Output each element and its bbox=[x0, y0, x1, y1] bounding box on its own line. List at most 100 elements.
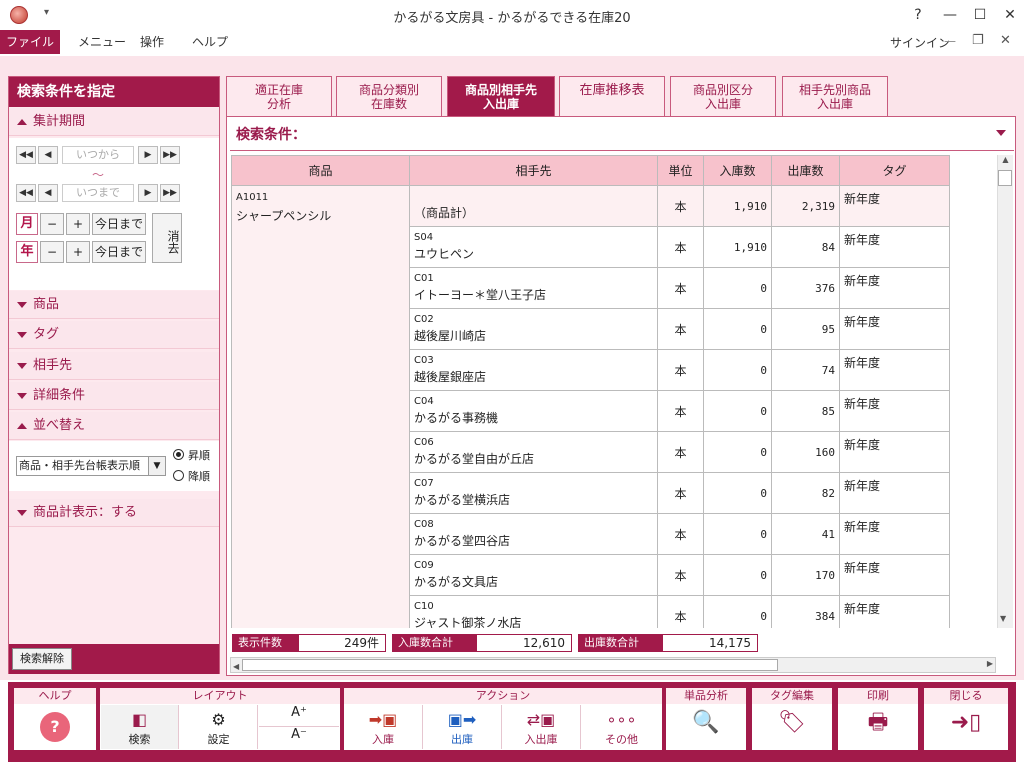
unit-cell[interactable]: 本 bbox=[657, 513, 704, 555]
in-qty-cell[interactable]: 0 bbox=[703, 513, 772, 555]
tab-proper-stock[interactable]: 適正在庫 分析 bbox=[226, 76, 332, 116]
period-clear-button[interactable]: 消去 bbox=[152, 213, 182, 263]
out-qty-cell[interactable]: 170 bbox=[771, 554, 840, 596]
tab-category-stock[interactable]: 商品分類別 在庫数 bbox=[336, 76, 442, 116]
unit-cell[interactable]: 本 bbox=[657, 554, 704, 596]
section-detail[interactable]: 詳細条件 bbox=[9, 382, 219, 410]
help-icon[interactable]: ? bbox=[904, 4, 932, 26]
in-qty-cell[interactable]: 0 bbox=[703, 390, 772, 432]
vertical-scrollbar[interactable]: ▲ bbox=[997, 155, 1013, 628]
search-layout-button[interactable]: ◧ 検索 bbox=[101, 705, 179, 749]
partner-cell[interactable]: C03 越後屋銀座店 bbox=[409, 349, 658, 391]
menu-operation[interactable]: 操作 bbox=[128, 30, 176, 54]
chevron-down-icon[interactable]: ▼ bbox=[148, 457, 165, 475]
tag-edit-button[interactable]: 🏷 bbox=[752, 705, 832, 749]
maximize-button[interactable]: ☐ bbox=[966, 4, 994, 26]
stock-inout-button[interactable]: ⇄▣ 入出庫 bbox=[502, 705, 581, 749]
section-product[interactable]: 商品 bbox=[9, 291, 219, 319]
in-qty-cell[interactable]: 0 bbox=[703, 349, 772, 391]
out-qty-cell[interactable]: 2,319 bbox=[771, 185, 840, 227]
in-qty-cell[interactable]: 0 bbox=[703, 595, 772, 628]
tag-cell[interactable]: 新年度 bbox=[839, 390, 950, 432]
settings-button[interactable]: ⚙ 設定 bbox=[180, 705, 258, 749]
from-prev-year-button[interactable]: ◀◀ bbox=[16, 146, 36, 164]
out-qty-cell[interactable]: 160 bbox=[771, 431, 840, 473]
unit-cell[interactable]: 本 bbox=[657, 308, 704, 350]
in-qty-cell[interactable]: 0 bbox=[703, 267, 772, 309]
font-smaller-button[interactable]: A⁻ bbox=[259, 727, 339, 749]
column-header[interactable]: 出庫数 bbox=[771, 155, 840, 186]
menu-file[interactable]: ファイル bbox=[0, 30, 60, 54]
unit-cell[interactable]: 本 bbox=[657, 185, 704, 227]
print-button[interactable]: 🖶 bbox=[838, 705, 918, 749]
year-today-button[interactable]: 今日まで bbox=[92, 241, 146, 263]
tag-cell[interactable]: 新年度 bbox=[839, 267, 950, 309]
section-partner[interactable]: 相手先 bbox=[9, 352, 219, 380]
from-next-year-button[interactable]: ▶▶ bbox=[160, 146, 180, 164]
out-qty-cell[interactable]: 95 bbox=[771, 308, 840, 350]
to-next-button[interactable]: ▶ bbox=[138, 184, 158, 202]
table-row[interactable]: A1011 シャープペンシル （商品計）本 1,910 2,319 新年度 bbox=[231, 185, 950, 628]
from-next-button[interactable]: ▶ bbox=[138, 146, 158, 164]
unit-cell[interactable]: 本 bbox=[657, 390, 704, 432]
stock-out-button[interactable]: ▣➡ 出庫 bbox=[423, 705, 502, 749]
partner-cell[interactable]: S04 ユウヒペン bbox=[409, 226, 658, 268]
document-close-button[interactable]: ✕ bbox=[1000, 33, 1011, 48]
out-qty-cell[interactable]: 41 bbox=[771, 513, 840, 555]
out-qty-cell[interactable]: 74 bbox=[771, 349, 840, 391]
in-qty-cell[interactable]: 1,910 bbox=[703, 185, 772, 227]
vertical-scroll-thumb[interactable] bbox=[998, 170, 1012, 186]
product-cell[interactable]: A1011 シャープペンシル bbox=[231, 185, 410, 628]
partner-cell[interactable]: C08 かるがる堂四谷店 bbox=[409, 513, 658, 555]
in-qty-cell[interactable]: 0 bbox=[703, 431, 772, 473]
column-header[interactable]: 単位 bbox=[657, 155, 704, 186]
from-prev-button[interactable]: ◀ bbox=[38, 146, 58, 164]
out-qty-cell[interactable]: 85 bbox=[771, 390, 840, 432]
section-period[interactable]: 集計期間 bbox=[9, 108, 219, 136]
tag-cell[interactable]: 新年度 bbox=[839, 595, 950, 628]
in-qty-cell[interactable]: 1,910 bbox=[703, 226, 772, 268]
tag-cell[interactable]: 新年度 bbox=[839, 349, 950, 391]
restore-button[interactable]: ❐ bbox=[972, 33, 984, 48]
tag-cell[interactable]: 新年度 bbox=[839, 472, 950, 514]
column-header[interactable]: 相手先 bbox=[409, 155, 658, 186]
chevron-down-icon[interactable] bbox=[996, 130, 1006, 136]
sort-asc-radio[interactable] bbox=[173, 449, 184, 460]
partner-cell[interactable]: C06 かるがる堂自由が丘店 bbox=[409, 431, 658, 473]
section-sort[interactable]: 並べ替え bbox=[9, 412, 219, 440]
unit-cell[interactable]: 本 bbox=[657, 431, 704, 473]
horizontal-scroll-thumb[interactable] bbox=[242, 659, 778, 671]
month-minus-button[interactable]: − bbox=[40, 213, 64, 235]
tag-cell[interactable]: 新年度 bbox=[839, 226, 950, 268]
minimize-button[interactable]: — bbox=[936, 4, 964, 26]
partner-cell[interactable]: C10 ジャスト御茶ノ水店 bbox=[409, 595, 658, 628]
partner-cell[interactable]: C02 越後屋川崎店 bbox=[409, 308, 658, 350]
partner-cell[interactable]: C01 イトーヨー＊堂八王子店 bbox=[409, 267, 658, 309]
font-larger-button[interactable]: A⁺ bbox=[259, 705, 339, 727]
product-analysis-button[interactable]: 🔍 bbox=[666, 705, 746, 749]
out-qty-cell[interactable]: 384 bbox=[771, 595, 840, 628]
scroll-down-icon[interactable]: ▼ bbox=[1000, 614, 1006, 623]
tab-stock-trend[interactable]: 在庫推移表 bbox=[559, 76, 665, 116]
close-app-button[interactable]: ➜▯ bbox=[924, 705, 1008, 749]
partner-cell[interactable]: （商品計） bbox=[409, 185, 658, 227]
close-button[interactable]: ✕ bbox=[996, 4, 1024, 26]
to-date-field[interactable]: いつまで bbox=[62, 184, 134, 202]
unit-cell[interactable]: 本 bbox=[657, 226, 704, 268]
to-next-year-button[interactable]: ▶▶ bbox=[160, 184, 180, 202]
to-prev-button[interactable]: ◀ bbox=[38, 184, 58, 202]
to-prev-year-button[interactable]: ◀◀ bbox=[16, 184, 36, 202]
out-qty-cell[interactable]: 84 bbox=[771, 226, 840, 268]
tab-product-division[interactable]: 商品別区分 入出庫 bbox=[670, 76, 776, 116]
column-header[interactable]: タグ bbox=[839, 155, 950, 186]
column-header[interactable]: 入庫数 bbox=[703, 155, 772, 186]
in-qty-cell[interactable]: 0 bbox=[703, 554, 772, 596]
out-qty-cell[interactable]: 82 bbox=[771, 472, 840, 514]
tag-cell[interactable]: 新年度 bbox=[839, 513, 950, 555]
tag-cell[interactable]: 新年度 bbox=[839, 554, 950, 596]
section-product-total[interactable]: 商品計表示：する bbox=[9, 499, 219, 527]
section-tag[interactable]: タグ bbox=[9, 321, 219, 349]
unit-cell[interactable]: 本 bbox=[657, 595, 704, 628]
in-qty-cell[interactable]: 0 bbox=[703, 308, 772, 350]
tag-cell[interactable]: 新年度 bbox=[839, 308, 950, 350]
